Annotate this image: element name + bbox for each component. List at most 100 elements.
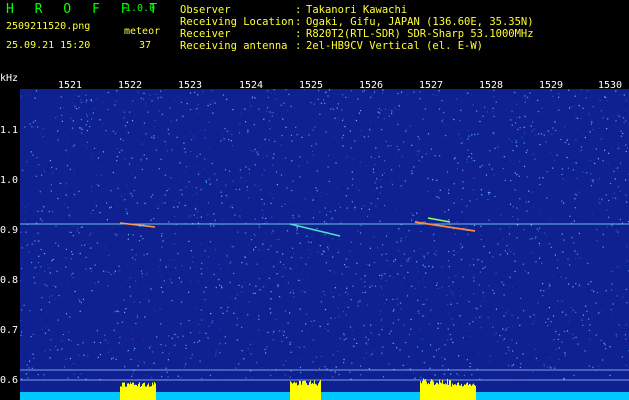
noise-speck: [442, 365, 444, 367]
noise-speck: [323, 99, 325, 101]
noise-speck: [62, 333, 64, 336]
noise-speck: [261, 335, 263, 338]
noise-speck: [248, 168, 250, 170]
noise-speck: [199, 235, 202, 237]
noise-speck: [22, 169, 24, 171]
noise-speck: [279, 296, 281, 298]
noise-speck: [492, 289, 494, 291]
noise-speck: [428, 323, 431, 325]
noise-speck: [202, 90, 204, 92]
noise-speck: [558, 109, 560, 111]
noise-speck: [146, 260, 148, 262]
noise-speck: [55, 225, 57, 227]
noise-speck: [450, 303, 452, 305]
noise-speck: [321, 191, 323, 194]
noise-speck: [472, 104, 474, 106]
noise-speck: [197, 103, 199, 105]
noise-speck: [515, 141, 517, 143]
noise-speck: [171, 362, 173, 364]
noise-speck: [324, 294, 326, 296]
noise-speck: [410, 186, 412, 188]
y-tick-label: 1.1: [0, 125, 19, 136]
noise-speck: [351, 362, 353, 364]
noise-speck: [432, 194, 434, 196]
noise-speck: [373, 124, 375, 126]
noise-speck: [331, 238, 334, 240]
noise-speck: [445, 210, 447, 212]
noise-speck: [26, 244, 28, 246]
noise-speck: [448, 251, 450, 253]
noise-speck: [555, 129, 557, 132]
noise-speck: [272, 157, 274, 159]
noise-speck: [266, 110, 268, 112]
noise-speck: [388, 115, 390, 117]
noise-speck: [507, 280, 509, 283]
noise-speck: [538, 177, 541, 179]
noise-speck: [392, 298, 394, 300]
noise-speck: [85, 256, 87, 258]
noise-speck: [102, 122, 104, 125]
noise-speck: [361, 208, 363, 210]
noise-speck: [575, 257, 577, 259]
noise-speck: [448, 312, 450, 314]
noise-speck: [266, 294, 268, 296]
noise-speck: [523, 142, 525, 144]
noise-speck: [109, 207, 111, 209]
noise-speck: [552, 275, 554, 277]
noise-speck: [626, 244, 628, 246]
noise-speck: [58, 295, 60, 297]
noise-speck: [184, 277, 186, 279]
noise-speck: [28, 100, 30, 102]
noise-speck: [399, 349, 401, 351]
noise-speck: [306, 330, 309, 332]
noise-speck: [235, 306, 237, 308]
noise-speck: [562, 183, 564, 185]
noise-speck: [24, 152, 26, 154]
noise-speck: [312, 361, 314, 363]
noise-speck: [180, 178, 182, 180]
noise-speck: [356, 187, 358, 189]
noise-speck: [511, 263, 513, 265]
noise-speck: [195, 193, 198, 195]
noise-speck: [339, 277, 341, 279]
noise-speck: [453, 250, 455, 252]
noise-speck: [40, 248, 42, 251]
noise-speck: [279, 189, 281, 191]
noise-speck: [77, 227, 79, 229]
noise-speck: [204, 129, 206, 131]
noise-speck: [612, 271, 614, 273]
noise-speck: [292, 137, 294, 139]
noise-speck: [200, 129, 202, 131]
noise-speck: [412, 229, 414, 231]
noise-speck: [74, 154, 76, 156]
noise-speck: [310, 241, 312, 244]
noise-speck: [495, 332, 497, 334]
noise-speck: [619, 190, 622, 192]
noise-speck: [78, 232, 80, 234]
noise-speck: [209, 362, 211, 364]
noise-speck: [39, 133, 41, 135]
noise-speck: [179, 184, 181, 186]
noise-speck: [275, 171, 278, 173]
location-value: Ogaki, Gifu, JAPAN (136.60E, 35.35N): [306, 16, 534, 28]
noise-speck: [190, 131, 192, 134]
noise-speck: [145, 105, 147, 107]
noise-speck: [208, 121, 210, 123]
noise-speck: [181, 194, 183, 196]
noise-speck: [519, 198, 521, 200]
noise-speck: [492, 326, 494, 328]
noise-speck: [345, 314, 347, 316]
noise-speck: [625, 110, 627, 112]
activity-bar: [459, 385, 460, 400]
noise-speck: [263, 118, 265, 120]
noise-speck: [528, 201, 530, 203]
noise-speck: [381, 352, 383, 354]
noise-speck: [55, 193, 57, 195]
noise-speck: [134, 259, 136, 261]
noise-speck: [489, 192, 491, 194]
noise-speck: [284, 374, 286, 376]
noise-speck: [318, 367, 320, 369]
noise-speck: [181, 265, 183, 267]
noise-speck: [90, 247, 92, 249]
noise-speck: [263, 169, 265, 171]
